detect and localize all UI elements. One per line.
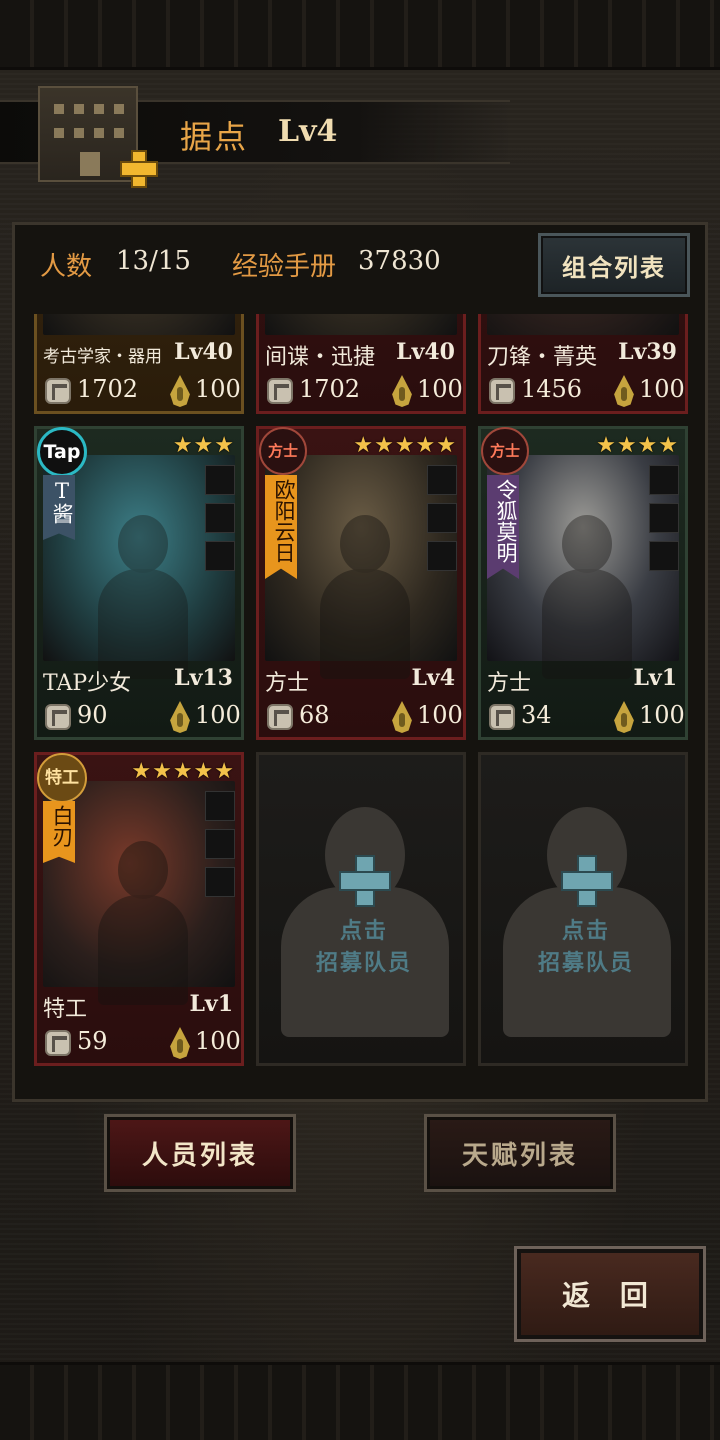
equip-slot-icon[interactable] bbox=[205, 791, 235, 821]
portrait bbox=[487, 314, 679, 335]
equip-slot-icon[interactable] bbox=[205, 465, 235, 495]
member-level: Lv1 bbox=[189, 991, 233, 1017]
card-level: Lv40 bbox=[396, 339, 455, 365]
power-icon bbox=[45, 1030, 71, 1056]
base-level: Lv4 bbox=[278, 114, 338, 149]
energy-icon bbox=[614, 375, 634, 407]
equip-slot-icon[interactable] bbox=[205, 829, 235, 859]
power-icon bbox=[489, 378, 515, 404]
manual-label: 经验手册 bbox=[232, 252, 337, 282]
power-value: 59 bbox=[77, 1027, 108, 1055]
equip-slot-icon[interactable] bbox=[649, 541, 679, 571]
member-class: 方士 bbox=[487, 671, 532, 696]
recruit-line2: 招募队员 bbox=[315, 950, 412, 976]
power-icon bbox=[489, 704, 515, 730]
tab-members[interactable]: 人员列表 bbox=[104, 1114, 296, 1192]
member-name: 白刃 bbox=[43, 801, 75, 863]
tab-talents[interactable]: 天赋列表 bbox=[424, 1114, 616, 1192]
energy-icon bbox=[170, 375, 190, 407]
energy-value: 100 bbox=[417, 375, 463, 403]
member-card[interactable]: 间谍・迅捷 Lv40 1702 100 bbox=[256, 314, 466, 414]
energy-icon bbox=[170, 701, 190, 733]
recruit-line1: 点击 bbox=[339, 918, 388, 944]
energy-icon bbox=[392, 375, 412, 407]
class-badge-icon: 特工 bbox=[37, 753, 87, 803]
power-icon bbox=[267, 704, 293, 730]
member-level: Lv4 bbox=[411, 665, 455, 691]
power-value: 34 bbox=[521, 701, 552, 729]
star-rating: ★★★★★ bbox=[353, 433, 457, 458]
member-class: TAP少女 bbox=[43, 671, 132, 696]
card-level: Lv39 bbox=[618, 339, 677, 365]
member-card[interactable]: 考古学家・器用 Lv40 1702 100 bbox=[34, 314, 244, 414]
star-rating: ★★★★ bbox=[596, 433, 679, 458]
card-level: Lv40 bbox=[174, 339, 233, 365]
card-title: 考古学家・器用 bbox=[43, 347, 162, 367]
member-card[interactable]: 方士 ★★★★ 令狐莫明 方士 Lv1 34 100 bbox=[478, 426, 688, 740]
member-grid[interactable]: 考古学家・器用 Lv40 1702 100 间谍・迅捷 Lv40 1702 100 刀锋… bbox=[34, 314, 694, 1074]
equip-slot-icon[interactable] bbox=[427, 465, 457, 495]
energy-value: 100 bbox=[195, 701, 241, 729]
base-title: 据点 bbox=[180, 118, 249, 156]
member-level: Lv13 bbox=[174, 665, 233, 691]
power-icon bbox=[267, 378, 293, 404]
member-name: 欧阳云日 bbox=[265, 475, 297, 579]
energy-value: 100 bbox=[195, 1027, 241, 1055]
card-title: 间谍・迅捷 bbox=[265, 345, 376, 370]
power-value: 1702 bbox=[299, 375, 361, 403]
member-level: Lv1 bbox=[633, 665, 677, 691]
equip-slot-icon[interactable] bbox=[649, 465, 679, 495]
star-rating: ★★★ bbox=[172, 433, 235, 458]
top-border bbox=[0, 0, 720, 70]
upgrade-plus-icon[interactable] bbox=[120, 150, 158, 188]
members-value: 13/15 bbox=[116, 246, 191, 276]
energy-icon bbox=[614, 701, 634, 733]
member-class: 特工 bbox=[43, 997, 88, 1022]
back-button[interactable]: 返 回 bbox=[514, 1246, 706, 1342]
portrait bbox=[43, 314, 235, 335]
class-badge-icon: 方士 bbox=[481, 427, 529, 475]
energy-value: 100 bbox=[195, 375, 241, 403]
equip-slot-icon[interactable] bbox=[205, 867, 235, 897]
recruit-line1: 点击 bbox=[561, 918, 610, 944]
member-card[interactable]: 刀锋・菁英 Lv39 1456 100 bbox=[478, 314, 688, 414]
energy-icon bbox=[170, 1027, 190, 1059]
energy-value: 100 bbox=[639, 375, 685, 403]
member-name: T酱 bbox=[43, 475, 75, 540]
tap-badge-icon: Tap bbox=[37, 427, 87, 477]
recruit-slot[interactable]: 点击 招募队员 bbox=[478, 752, 688, 1066]
recruit-line2: 招募队员 bbox=[537, 950, 634, 976]
equip-slot-icon[interactable] bbox=[649, 503, 679, 533]
equip-slot-icon[interactable] bbox=[427, 503, 457, 533]
member-class: 方士 bbox=[265, 671, 310, 696]
bottom-border bbox=[0, 1362, 720, 1440]
card-title: 刀锋・菁英 bbox=[487, 345, 598, 370]
equip-slot-icon[interactable] bbox=[205, 503, 235, 533]
portrait bbox=[265, 314, 457, 335]
recruit-plus-icon bbox=[339, 855, 391, 907]
power-value: 90 bbox=[77, 701, 108, 729]
recruit-plus-icon bbox=[561, 855, 613, 907]
power-icon bbox=[45, 704, 71, 730]
class-badge-icon: 方士 bbox=[259, 427, 307, 475]
power-value: 1702 bbox=[77, 375, 139, 403]
member-card[interactable]: Tap ★★★ T酱 TAP少女 Lv13 90 100 bbox=[34, 426, 244, 740]
members-label: 人数 bbox=[40, 252, 93, 282]
equip-slot-icon[interactable] bbox=[427, 541, 457, 571]
power-icon bbox=[45, 378, 71, 404]
member-card[interactable]: 特工 ★★★★★ 白刃 特工 Lv1 59 100 bbox=[34, 752, 244, 1066]
star-rating: ★★★★★ bbox=[131, 759, 235, 784]
power-value: 1456 bbox=[521, 375, 583, 403]
combo-list-button[interactable]: 组合列表 bbox=[538, 233, 690, 297]
member-name: 令狐莫明 bbox=[487, 475, 519, 579]
member-card[interactable]: 方士 ★★★★★ 欧阳云日 方士 Lv4 68 100 bbox=[256, 426, 466, 740]
energy-value: 100 bbox=[417, 701, 463, 729]
equip-slot-icon[interactable] bbox=[205, 541, 235, 571]
recruit-slot[interactable]: 点击 招募队员 bbox=[256, 752, 466, 1066]
energy-icon bbox=[392, 701, 412, 733]
energy-value: 100 bbox=[639, 701, 685, 729]
power-value: 68 bbox=[299, 701, 330, 729]
manual-value: 37830 bbox=[358, 246, 441, 276]
